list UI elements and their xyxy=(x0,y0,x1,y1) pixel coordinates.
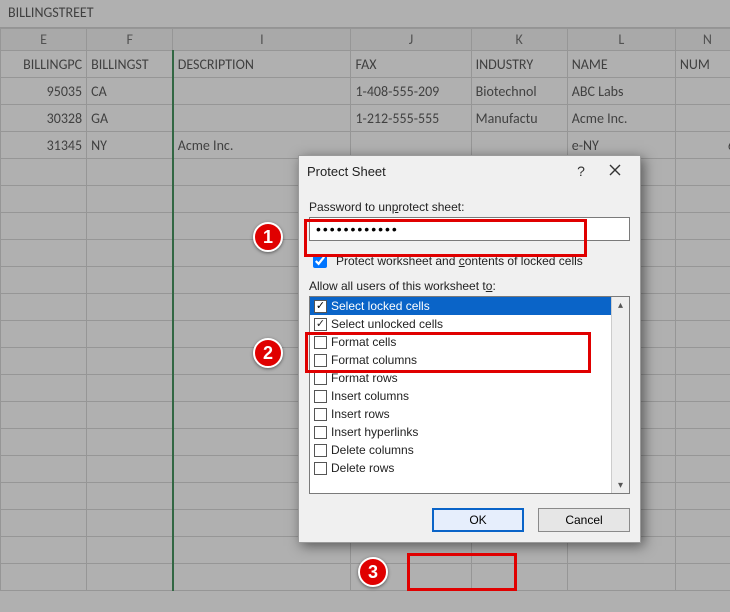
cell[interactable]: DESCRIPTION xyxy=(173,51,351,78)
permission-option[interactable]: Format rows xyxy=(310,369,611,387)
password-input[interactable] xyxy=(309,217,630,241)
cell[interactable]: NY xyxy=(87,132,173,159)
cell[interactable] xyxy=(675,78,730,105)
allow-label: Allow all users of this worksheet to: xyxy=(309,279,630,293)
close-button[interactable] xyxy=(598,163,632,179)
cell[interactable] xyxy=(173,78,351,105)
checkbox-icon[interactable] xyxy=(314,390,327,403)
cell[interactable]: BILLINGPC xyxy=(1,51,87,78)
cell[interactable]: Acme Inc. xyxy=(567,105,675,132)
dialog-titlebar[interactable]: Protect Sheet ? xyxy=(299,156,640,186)
permission-option[interactable]: Insert rows xyxy=(310,405,611,423)
checkbox-icon[interactable] xyxy=(314,426,327,439)
cell[interactable]: 31345 xyxy=(1,132,87,159)
cell[interactable]: NAME xyxy=(567,51,675,78)
cell[interactable]: 95035 xyxy=(1,78,87,105)
permissions-listbox[interactable]: ✓ Select locked cells ✓ Select unlocked cel… xyxy=(309,296,630,494)
callout-2: 2 xyxy=(253,338,283,368)
permission-option[interactable]: Insert columns xyxy=(310,387,611,405)
table-row: 30328 GA 1-212-555-555 Manufactu Acme In… xyxy=(1,105,730,132)
cell[interactable]: 1-212-555-555 xyxy=(351,105,471,132)
cancel-button[interactable]: Cancel xyxy=(538,508,630,532)
cell[interactable] xyxy=(173,105,351,132)
permission-label: Format cells xyxy=(331,335,396,349)
permission-label: Insert hyperlinks xyxy=(331,425,418,439)
col-header[interactable]: F xyxy=(87,29,173,51)
scrollbar[interactable]: ▴ ▾ xyxy=(611,297,629,493)
permission-option[interactable]: Insert hyperlinks xyxy=(310,423,611,441)
col-header[interactable]: E xyxy=(1,29,87,51)
cell[interactable] xyxy=(675,105,730,132)
col-header[interactable]: K xyxy=(471,29,567,51)
cell[interactable]: 30328 xyxy=(1,105,87,132)
col-header[interactable]: J xyxy=(351,29,471,51)
checkbox-icon[interactable] xyxy=(314,372,327,385)
cell[interactable]: 1-408-555-209 xyxy=(351,78,471,105)
permission-label: Format rows xyxy=(331,371,398,385)
cell[interactable]: CA xyxy=(87,78,173,105)
callout-1: 1 xyxy=(253,222,283,252)
permission-option[interactable]: Delete columns xyxy=(310,441,611,459)
dialog-title: Protect Sheet xyxy=(307,164,564,179)
cell[interactable]: NUM xyxy=(675,51,730,78)
permission-label: Select unlocked cells xyxy=(331,317,443,331)
permission-option[interactable]: Format columns xyxy=(310,351,611,369)
col-header[interactable]: L xyxy=(567,29,675,51)
checkbox-icon[interactable]: ✓ xyxy=(314,318,327,331)
help-button[interactable]: ? xyxy=(564,163,598,179)
permission-label: Insert columns xyxy=(331,389,409,403)
checkbox-icon[interactable] xyxy=(314,336,327,349)
permission-label: Delete rows xyxy=(331,461,394,475)
cell[interactable]: BILLINGST xyxy=(87,51,173,78)
permission-option[interactable]: ✓ Select locked cells xyxy=(310,297,611,315)
permission-option[interactable]: ✓ Select unlocked cells xyxy=(310,315,611,333)
protect-sheet-dialog: Protect Sheet ? Password to unprotect sh… xyxy=(298,155,641,543)
protect-contents-checkbox[interactable] xyxy=(313,254,327,268)
checkbox-icon[interactable]: ✓ xyxy=(314,300,327,313)
col-header[interactable]: N xyxy=(675,29,730,51)
password-label: Password to unprotect sheet: xyxy=(309,200,630,214)
permission-label: Delete columns xyxy=(331,443,414,457)
cell[interactable]: 6 xyxy=(675,132,730,159)
table-row: 95035 CA 1-408-555-209 Biotechnol ABC La… xyxy=(1,78,730,105)
ok-button[interactable]: OK xyxy=(432,508,524,532)
checkbox-icon[interactable] xyxy=(314,462,327,475)
permission-label: Select locked cells xyxy=(331,299,430,313)
cell[interactable]: Biotechnol xyxy=(471,78,567,105)
close-icon xyxy=(609,164,621,176)
scroll-down-icon[interactable]: ▾ xyxy=(612,477,629,493)
col-header[interactable]: I xyxy=(173,29,351,51)
permission-option[interactable]: Delete rows xyxy=(310,459,611,477)
cell[interactable]: FAX xyxy=(351,51,471,78)
cell[interactable]: INDUSTRY xyxy=(471,51,567,78)
permission-label: Format columns xyxy=(331,353,417,367)
cell[interactable]: Manufactu xyxy=(471,105,567,132)
checkbox-icon[interactable] xyxy=(314,408,327,421)
column-header-row: E F I J K L N xyxy=(1,29,730,51)
formula-bar[interactable]: BILLINGSTREET xyxy=(0,0,730,28)
checkbox-icon[interactable] xyxy=(314,444,327,457)
checkbox-icon[interactable] xyxy=(314,354,327,367)
scroll-up-icon[interactable]: ▴ xyxy=(612,297,629,313)
header-data-row: BILLINGPC BILLINGST DESCRIPTION FAX INDU… xyxy=(1,51,730,78)
permission-label: Insert rows xyxy=(331,407,390,421)
callout-3: 3 xyxy=(358,557,388,587)
cell[interactable]: ABC Labs xyxy=(567,78,675,105)
protect-contents-label: Protect worksheet and contents of locked… xyxy=(336,254,583,268)
permission-option[interactable]: Format cells xyxy=(310,333,611,351)
cell[interactable]: GA xyxy=(87,105,173,132)
